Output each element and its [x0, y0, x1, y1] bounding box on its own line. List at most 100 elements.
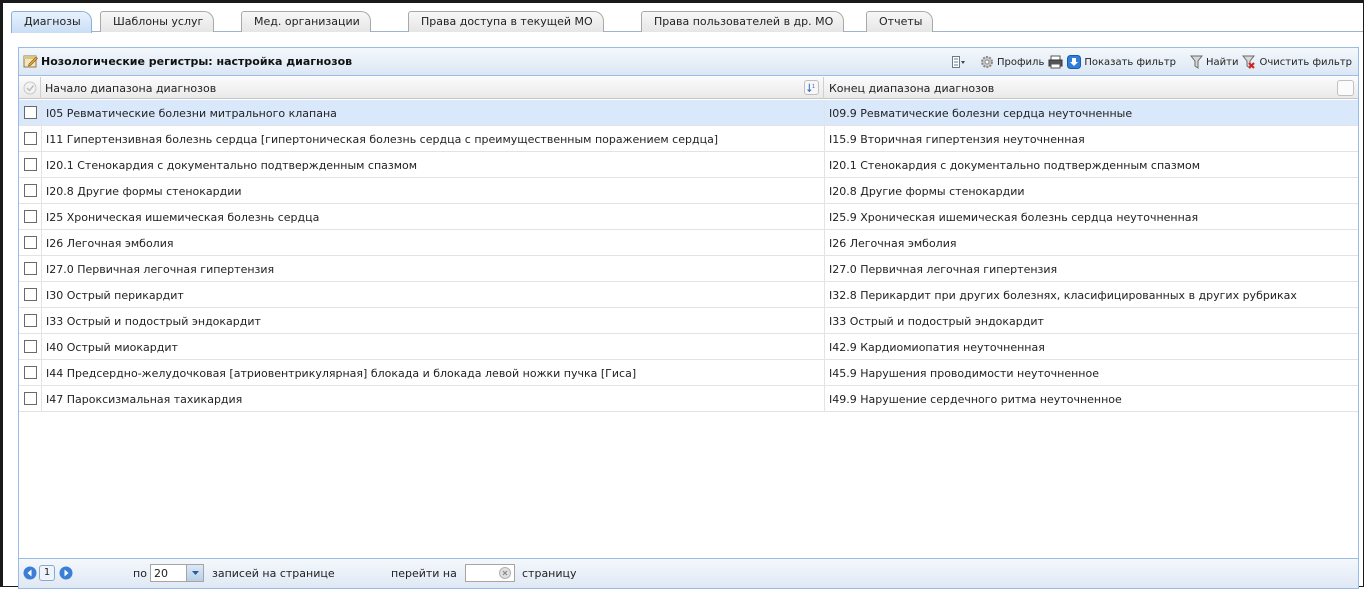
grid-body: I05 Ревматические болезни митрального кл… [19, 100, 1358, 412]
range-end-cell: I42.9 Кардиомиопатия неуточненная [829, 341, 1045, 354]
table-row[interactable]: I11 Гипертензивная болезнь сердца [гипер… [19, 126, 1358, 152]
table-row[interactable]: I25 Хроническая ишемическая болезнь серд… [19, 204, 1358, 230]
range-start-cell: I47 Пароксизмальная тахикардия [41, 386, 825, 412]
range-end-cell: I45.9 Нарушения проводимости неуточненно… [829, 367, 1099, 380]
range-start-cell: I40 Острый миокардит [41, 334, 825, 360]
row-checkbox[interactable] [24, 184, 37, 197]
table-row[interactable]: I30 Острый перикардит I32.8 Перикардит п… [19, 282, 1358, 308]
goto-prefix: перейти на [391, 567, 457, 580]
filter-funnel-icon [1190, 55, 1203, 69]
range-end-cell: I33 Острый и подострый эндокардит [829, 315, 1044, 328]
tab-diagnoses[interactable]: Диагнозы [11, 11, 92, 33]
range-end-cell: I20.1 Стенокардия с документально подтве… [829, 159, 1201, 172]
range-end-cell: I32.8 Перикардит при других болезнях, кл… [829, 289, 1297, 302]
pager-bar: 1 по 20 записей на странице перейти на с… [19, 558, 1358, 588]
tab-reports[interactable]: Отчеты [866, 11, 934, 32]
range-start-cell: I33 Острый и подострый эндокардит [41, 308, 825, 334]
find-label: Найти [1206, 56, 1239, 68]
per-page-suffix: записей на странице [212, 567, 335, 580]
table-row[interactable]: I05 Ревматические болезни митрального кл… [19, 100, 1358, 126]
select-all-checkbox[interactable] [19, 77, 41, 99]
table-row[interactable]: I20.8 Другие формы стенокардии I20.8 Дру… [19, 178, 1358, 204]
print-button[interactable] [1048, 55, 1063, 69]
column-menu-button[interactable] [1337, 80, 1354, 96]
column-header-range-end[interactable]: Конец диапазона диагнозов [825, 77, 1358, 99]
row-checkbox[interactable] [24, 158, 37, 171]
per-page-prefix: по [133, 567, 147, 580]
row-checkbox[interactable] [24, 236, 37, 249]
diagnosis-panel: Нозологические регистры: настройка диагн… [18, 47, 1359, 589]
row-checkbox[interactable] [24, 288, 37, 301]
columns-icon [952, 56, 966, 68]
clear-filter-button[interactable]: Очистить фильтр [1242, 55, 1352, 69]
chevron-down-icon [192, 571, 199, 575]
range-start-cell: I25 Хроническая ишемическая болезнь серд… [41, 204, 825, 230]
range-start-cell: I30 Острый перикардит [41, 282, 825, 308]
table-row[interactable]: I44 Предсердно-желудочковая [атриовентри… [19, 360, 1358, 386]
gear-icon [981, 56, 994, 68]
per-page-value: 20 [154, 567, 168, 580]
tab-access-rights-current[interactable]: Права доступа в текущей МО [408, 11, 604, 32]
find-button[interactable]: Найти [1190, 55, 1238, 69]
tab-bar: Диагнозы Шаблоны услуг Мед. организации … [11, 8, 1363, 33]
range-end-cell: I25.9 Хроническая ишемическая болезнь се… [829, 211, 1199, 224]
table-row[interactable]: I47 Пароксизмальная тахикардия I49.9 Нар… [19, 386, 1358, 412]
panel-header: Нозологические регистры: настройка диагн… [19, 48, 1358, 76]
column-header-label: Начало диапазона диагнозов [45, 82, 217, 95]
columns-menu-button[interactable] [952, 56, 966, 68]
table-row[interactable]: I20.1 Стенокардия с документально подтве… [19, 152, 1358, 178]
svg-text:1: 1 [812, 84, 815, 90]
goto-page-input[interactable] [465, 564, 515, 582]
profile-button[interactable]: Профиль [980, 55, 1044, 69]
table-row[interactable]: I27.0 Первичная легочная гипертензия I27… [19, 256, 1358, 282]
range-start-cell: I05 Ревматические болезни митрального кл… [41, 100, 825, 126]
table-row[interactable]: I33 Острый и подострый эндокардит I33 Ос… [19, 308, 1358, 334]
range-start-cell: I11 Гипертензивная болезнь сердца [гипер… [41, 126, 825, 152]
range-start-cell: I27.0 Первичная легочная гипертензия [41, 256, 825, 282]
app-frame: Диагнозы Шаблоны услуг Мед. организации … [0, 0, 1364, 589]
grid-header: Начало диапазона диагнозов 1 Конец диапа… [19, 77, 1358, 99]
panel-title: Нозологические регистры: настройка диагн… [41, 55, 353, 68]
goto-suffix: страницу [522, 567, 577, 580]
clear-filter-icon [1242, 55, 1256, 69]
profile-label: Профиль [997, 56, 1045, 68]
range-start-cell: I44 Предсердно-желудочковая [атриовентри… [41, 360, 825, 386]
row-checkbox[interactable] [24, 132, 37, 145]
clear-filter-label: Очистить фильтр [1259, 56, 1352, 68]
table-row[interactable]: I26 Легочная эмболия I26 Легочная эмболи… [19, 230, 1358, 256]
range-end-cell: I15.9 Вторичная гипертензия неуточненная [829, 133, 1085, 146]
checkmark-icon [23, 81, 37, 95]
column-header-range-start[interactable]: Начало диапазона диагнозов 1 [41, 77, 824, 99]
row-checkbox[interactable] [24, 262, 37, 275]
show-filter-label: Показать фильтр [1084, 56, 1176, 68]
download-arrow-icon [1067, 55, 1082, 69]
row-checkbox[interactable] [24, 366, 37, 379]
range-start-cell: I20.1 Стенокардия с документально подтве… [41, 152, 825, 178]
range-end-cell: I20.8 Другие формы стенокардии [829, 185, 1025, 198]
next-page-icon[interactable] [59, 566, 73, 580]
range-end-cell: I49.9 Нарушение сердечного ритма неуточн… [829, 393, 1122, 406]
range-end-cell: I26 Легочная эмболия [829, 237, 957, 250]
clear-input-icon[interactable] [499, 567, 511, 579]
show-filter-button[interactable]: Показать фильтр [1067, 55, 1176, 69]
registry-edit-icon [23, 55, 38, 68]
per-page-select[interactable]: 20 [150, 564, 204, 582]
prev-page-icon[interactable] [23, 566, 37, 580]
per-page-dropdown-button[interactable] [186, 565, 203, 581]
printer-icon [1048, 55, 1063, 69]
current-page-number[interactable]: 1 [39, 565, 55, 581]
tab-user-rights-other[interactable]: Права пользователей в др. МО [641, 11, 845, 32]
tab-med-organizations[interactable]: Мед. организации [241, 11, 371, 32]
row-checkbox[interactable] [24, 314, 37, 327]
range-start-cell: I20.8 Другие формы стенокардии [41, 178, 825, 204]
range-end-cell: I09.9 Ревматические болезни сердца неуто… [829, 107, 1133, 120]
row-checkbox[interactable] [24, 392, 37, 405]
table-row[interactable]: I40 Острый миокардит I42.9 Кардиомиопати… [19, 334, 1358, 360]
row-checkbox[interactable] [24, 106, 37, 119]
row-checkbox[interactable] [24, 340, 37, 353]
range-end-cell: I27.0 Первичная легочная гипертензия [829, 263, 1058, 276]
tab-service-templates[interactable]: Шаблоны услуг [100, 11, 215, 32]
row-checkbox[interactable] [24, 210, 37, 223]
sort-icon[interactable]: 1 [804, 80, 819, 95]
range-start-cell: I26 Легочная эмболия [41, 230, 825, 256]
